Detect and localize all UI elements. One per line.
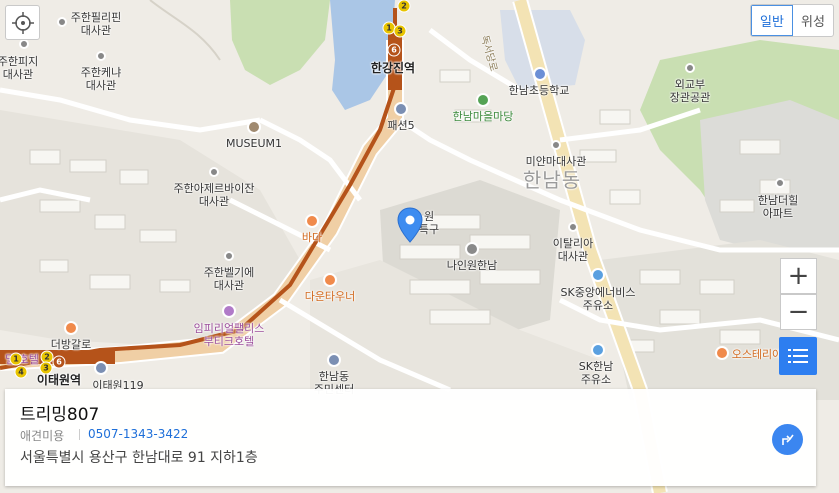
- subway-line-6-badge: 6: [52, 355, 66, 369]
- embassy-marker: [19, 39, 29, 49]
- label-italy-embassy: 이탈리아 대사관: [552, 237, 594, 263]
- label-fiji-embassy: 주한피지 대사관: [0, 55, 39, 81]
- place-marker: [685, 63, 695, 73]
- map-type-satellite-button[interactable]: 위성: [793, 5, 833, 36]
- crosshair-icon: [11, 11, 34, 34]
- label-kenya-embassy: 주한케냐 대사관: [80, 66, 122, 92]
- embassy-marker: [57, 17, 67, 27]
- list-button[interactable]: [779, 337, 817, 375]
- subway-line-6-badge: 6: [387, 43, 401, 57]
- label-myanmar-embassy: 미얀마대사관: [525, 155, 587, 168]
- subway-line-3-badge: 3: [393, 24, 407, 38]
- embassy-marker: [551, 140, 561, 150]
- embassy-marker: [209, 167, 219, 177]
- subway-line-3-badge: 3: [39, 361, 53, 375]
- label-hannam-the-hill: 한남더힐 아파트: [757, 194, 799, 220]
- place-name[interactable]: 트리밍807: [20, 400, 99, 425]
- place-phone-link[interactable]: 0507-1343-3422: [88, 427, 188, 441]
- map-pin-icon[interactable]: [397, 207, 423, 243]
- gas-station-icon: [591, 343, 605, 357]
- embassy-marker: [96, 51, 106, 61]
- apartment-icon: [465, 242, 479, 256]
- label-philippine-embassy: 주한필리핀 대사관: [70, 11, 122, 37]
- museum-icon: [247, 120, 261, 134]
- restaurant-icon: [64, 321, 78, 335]
- hannam-the-hill-area: [700, 100, 839, 255]
- school-icon: [533, 67, 547, 81]
- label-imperial-palace: 임피리얼팰리스 부티크호텔: [193, 322, 265, 348]
- subway-line-1-badge: 1: [9, 352, 23, 366]
- restaurant-icon: [715, 346, 729, 360]
- label-mofa-residence: 외교부 장관공관: [669, 78, 711, 104]
- label-sk-hannam: SK한남 주유소: [578, 360, 614, 386]
- label-the-bang-galo: 더방갈로: [50, 338, 92, 351]
- share-icon: [781, 434, 794, 445]
- divider: [79, 429, 80, 440]
- label-hangangjin-station: 한강진역: [370, 61, 416, 75]
- label-azerbaijan-embassy: 주한아제르바이잔 대사관: [173, 182, 255, 208]
- place-info-card[interactable]: 트리밍807 애견미용 0507-1343-3422 서울특별시 용산구 한남대…: [5, 389, 816, 486]
- label-museum1: MUSEUM1: [225, 137, 283, 150]
- label-downtowner: 다운타우너: [304, 290, 356, 303]
- zoom-in-button[interactable]: +: [780, 258, 817, 294]
- subway-line-2-badge: 2: [397, 0, 411, 13]
- label-hannam-elementary: 한남초등학교: [508, 84, 570, 97]
- embassy-marker: [568, 222, 578, 232]
- label-osteria: 오스테리아: [731, 348, 783, 361]
- label-itaewon-station: 이태원역: [36, 373, 82, 387]
- label-sk-energy: SK중앙에너비스 주유소: [560, 286, 636, 312]
- label-bada: 바다: [301, 231, 323, 244]
- embassy-marker: [224, 251, 234, 261]
- place-address: 서울특별시 용산구 한남대로 91 지하1층: [20, 450, 258, 466]
- map-type-toggle: 일반 위성: [750, 4, 834, 37]
- locate-button[interactable]: [5, 5, 40, 40]
- zoom-out-button[interactable]: −: [780, 294, 817, 330]
- shop-icon: [394, 102, 408, 116]
- share-button[interactable]: [772, 424, 803, 455]
- label-hannam-park: 한남마을마당: [452, 110, 514, 123]
- park-icon: [476, 93, 490, 107]
- community-center-icon: [327, 353, 341, 367]
- label-passion5: 패션5: [387, 119, 415, 132]
- fire-station-icon: [94, 361, 108, 375]
- label-hannam-dong: 한남동: [522, 168, 582, 192]
- label-belgium-embassy: 주한벨기에 대사관: [203, 266, 255, 292]
- label-nine-one-hannam: 나인원한남: [446, 259, 498, 272]
- map-type-normal-button[interactable]: 일반: [751, 5, 793, 36]
- subway-line-4-badge: 4: [14, 365, 28, 379]
- restaurant-icon: [323, 273, 337, 287]
- list-icon: [788, 349, 808, 363]
- place-marker: [775, 178, 785, 188]
- place-category: 애견미용: [20, 429, 65, 443]
- restaurant-icon: [305, 214, 319, 228]
- hotel-icon: [222, 304, 236, 318]
- gas-station-icon: [591, 268, 605, 282]
